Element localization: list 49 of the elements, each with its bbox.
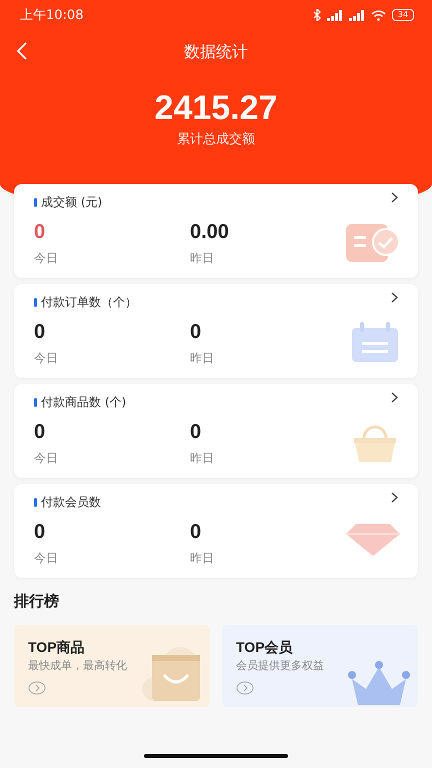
today-label: 今日: [34, 350, 59, 367]
total-amount-label: 累计总成交额: [177, 131, 255, 148]
gem-icon: [346, 522, 400, 556]
chevron-right-icon[interactable]: [391, 492, 398, 503]
today-label: 今日: [34, 250, 59, 267]
page-title: 数据统计: [184, 42, 248, 62]
stat-card[interactable]: 付款商品数 (个) 0 今日 0 昨日: [14, 384, 418, 478]
today-label: 今日: [34, 550, 59, 567]
yesterday-label: 昨日: [190, 550, 215, 567]
crown-icon: [348, 659, 410, 707]
yesterday-value: 0: [190, 520, 202, 545]
battery-indicator: 34: [392, 9, 414, 21]
stat-card[interactable]: 付款订单数（个） 0 今日 0 昨日: [14, 284, 418, 378]
today-value: 0: [34, 520, 46, 545]
today-label: 今日: [34, 450, 59, 467]
yesterday-value: 0.00: [190, 220, 230, 245]
yesterday-value: 0: [190, 320, 202, 345]
back-icon[interactable]: [16, 42, 28, 60]
ranking-subtitle: 会员提供更多权益: [236, 658, 325, 673]
card-title: 付款会员数: [41, 494, 101, 511]
ranking-card[interactable]: TOP会员 会员提供更多权益: [222, 625, 418, 707]
card-title: 成交额 (元): [41, 194, 102, 211]
yesterday-value: 0: [190, 420, 202, 445]
card-title: 付款商品数 (个): [41, 394, 126, 411]
card-title: 付款订单数（个）: [41, 294, 137, 311]
ranking-subtitle: 最快成单，最高转化: [28, 658, 128, 673]
signal-icon: [327, 10, 343, 20]
ranking-title: TOP商品: [28, 639, 86, 657]
signal-icon: [349, 10, 365, 20]
ranking-card[interactable]: TOP商品 最快成单，最高转化: [14, 625, 210, 707]
chevron-right-icon[interactable]: [391, 392, 398, 403]
total-amount: 2415.27: [154, 88, 278, 128]
calendar-icon: [350, 322, 400, 364]
section-title: 排行榜: [14, 592, 60, 611]
chevron-right-icon[interactable]: [391, 192, 398, 203]
today-value: 0: [34, 220, 46, 245]
today-value: 0: [34, 420, 46, 445]
wifi-icon: [371, 10, 386, 20]
chevron-right-icon[interactable]: [391, 292, 398, 303]
stat-card[interactable]: 付款会员数 0 今日 0 昨日: [14, 484, 418, 578]
status-time: 上午10:08: [20, 7, 84, 24]
ranking-title: TOP会员: [236, 639, 294, 657]
today-value: 0: [34, 320, 46, 345]
bluetooth-icon: [313, 9, 321, 21]
yesterday-label: 昨日: [190, 350, 215, 367]
chart-card-icon: [346, 222, 400, 264]
yesterday-label: 昨日: [190, 250, 215, 267]
stat-card[interactable]: 成交额 (元) 0 今日 0.00 昨日: [14, 184, 418, 278]
yesterday-label: 昨日: [190, 450, 215, 467]
